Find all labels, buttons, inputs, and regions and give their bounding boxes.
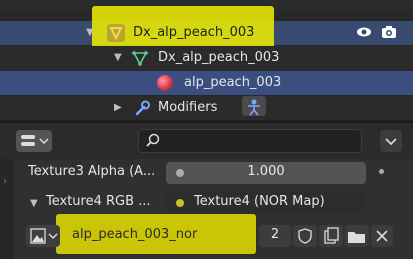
expand-arrow-icon[interactable]: ▶	[114, 102, 122, 113]
properties-header	[0, 122, 413, 159]
texture4-collapse-arrow-icon[interactable]: ▼	[30, 198, 38, 209]
editor-type-button[interactable]	[16, 130, 52, 152]
keyframe-dot-icon[interactable]	[379, 169, 384, 174]
object-icon	[107, 24, 125, 42]
texture4-link-field[interactable]: Texture4 (NOR Map)	[166, 192, 366, 214]
outliner-row-mesh[interactable]: ▼ Dx_alp_peach_003	[0, 46, 413, 70]
texture3-alpha-slider[interactable]: 1.000	[166, 162, 366, 184]
unlink-image-button[interactable]	[371, 225, 393, 247]
open-image-button[interactable]	[345, 225, 369, 247]
mesh-name[interactable]: Dx_alp_peach_003	[158, 50, 279, 65]
texture4-label: Texture4 RGB ...	[46, 194, 151, 209]
object-name[interactable]: Dx_alp_peach_003	[133, 25, 254, 40]
search-input[interactable]	[138, 129, 362, 153]
wrench-icon	[133, 99, 151, 117]
new-image-button[interactable]	[319, 225, 343, 247]
armature-modifier-icon[interactable]	[242, 96, 266, 116]
material-icon	[157, 75, 173, 91]
user-count-value: 2	[270, 227, 280, 242]
linked-socket-icon	[176, 199, 184, 207]
texture3-label: Texture3 Alpha (A...	[28, 164, 156, 179]
image-name-field[interactable]: alp_peach_003_nor	[72, 227, 197, 242]
image-user-count[interactable]: 2	[259, 225, 291, 247]
camera-icon[interactable]	[380, 23, 398, 41]
collapse-arrow-icon[interactable]: ▼	[86, 27, 94, 38]
outliner: ▼ Dx_alp_peach_003 ▼ Dx_alp_peach_003 al…	[0, 0, 413, 120]
mesh-icon	[131, 49, 149, 67]
eye-icon[interactable]	[356, 24, 372, 40]
modifiers-label[interactable]: Modifiers	[158, 100, 217, 115]
gutter-expand-arrow-icon[interactable]: ›	[3, 176, 7, 187]
texture3-value: 1.000	[247, 164, 285, 179]
options-dropdown-button[interactable]	[380, 130, 402, 152]
fake-user-button[interactable]	[293, 225, 317, 247]
outliner-row-object[interactable]: ▼ Dx_alp_peach_003	[0, 6, 413, 50]
properties-tab-gutter: ›	[0, 158, 14, 259]
texture4-link-name: Texture4 (NOR Map)	[194, 194, 325, 209]
collapse-arrow-icon[interactable]: ▼	[114, 52, 122, 63]
outliner-row-material[interactable]: alp_peach_003	[0, 71, 413, 95]
outliner-row-modifiers[interactable]: ▶ Modifiers	[0, 96, 413, 120]
material-name[interactable]: alp_peach_003	[184, 75, 281, 90]
search-icon	[145, 133, 161, 149]
image-browse-button[interactable]	[26, 225, 60, 247]
